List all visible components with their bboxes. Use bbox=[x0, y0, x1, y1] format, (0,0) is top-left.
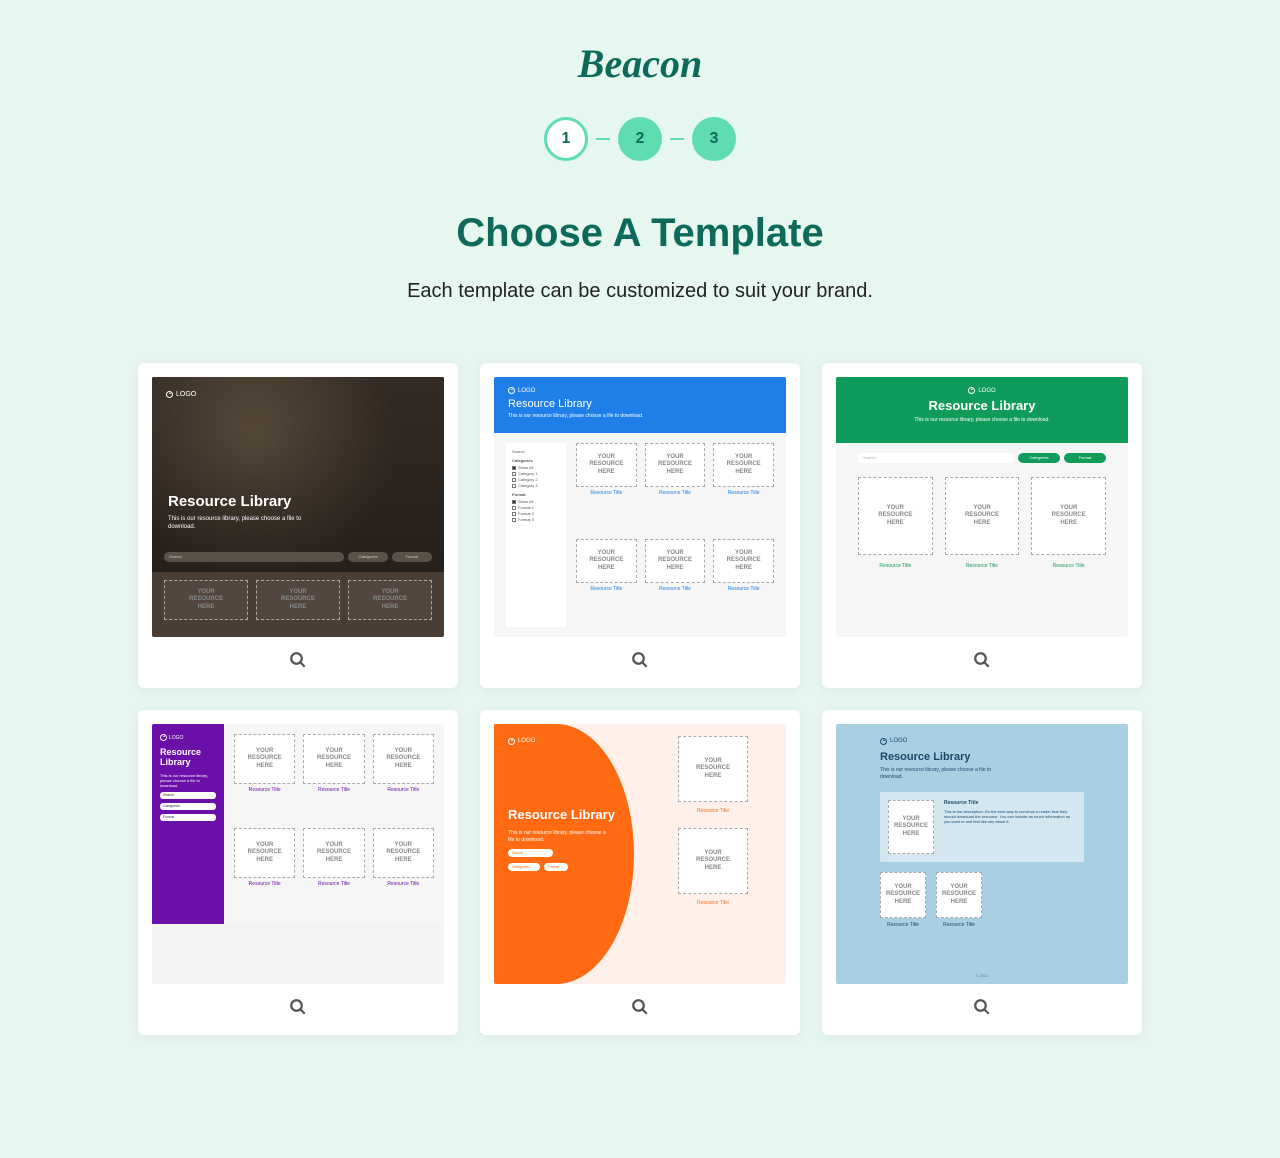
template-thumb: LOGO Resource Library This is our resour… bbox=[836, 377, 1128, 637]
zoom-icon[interactable] bbox=[836, 637, 1128, 680]
template-thumb: LOGO Resource Library This is our resour… bbox=[836, 724, 1128, 984]
page-title: Choose A Template bbox=[0, 211, 1280, 256]
page-subtitle: Each template can be customized to suit … bbox=[0, 280, 1280, 303]
template-card-6[interactable]: LOGO Resource Library This is our resour… bbox=[822, 710, 1142, 1035]
template-thumb: LOGO Resource Library This is our resour… bbox=[494, 377, 786, 637]
stepper: 1 2 3 bbox=[0, 117, 1280, 161]
template-card-4[interactable]: LOGO Resource Library This is our resour… bbox=[138, 710, 458, 1035]
step-1[interactable]: 1 bbox=[544, 117, 588, 161]
step-3[interactable]: 3 bbox=[692, 117, 736, 161]
template-thumb: LOGO Resource Library This is our resour… bbox=[494, 724, 786, 984]
step-2[interactable]: 2 bbox=[618, 117, 662, 161]
zoom-icon[interactable] bbox=[836, 984, 1128, 1027]
stepper-dash bbox=[670, 138, 684, 140]
template-grid: LOGO Resource Library This is our resour… bbox=[0, 363, 1280, 1035]
zoom-icon[interactable] bbox=[152, 637, 444, 680]
template-thumb: LOGO Resource Library This is our resour… bbox=[152, 724, 444, 984]
template-thumb: LOGO Resource Library This is our resour… bbox=[152, 377, 444, 637]
stepper-dash bbox=[596, 138, 610, 140]
zoom-icon[interactable] bbox=[152, 984, 444, 1027]
template-card-1[interactable]: LOGO Resource Library This is our resour… bbox=[138, 363, 458, 688]
zoom-icon[interactable] bbox=[494, 637, 786, 680]
brand-logo: Beacon bbox=[0, 40, 1280, 87]
template-card-5[interactable]: LOGO Resource Library This is our resour… bbox=[480, 710, 800, 1035]
template-card-2[interactable]: LOGO Resource Library This is our resour… bbox=[480, 363, 800, 688]
template-card-3[interactable]: LOGO Resource Library This is our resour… bbox=[822, 363, 1142, 688]
zoom-icon[interactable] bbox=[494, 984, 786, 1027]
